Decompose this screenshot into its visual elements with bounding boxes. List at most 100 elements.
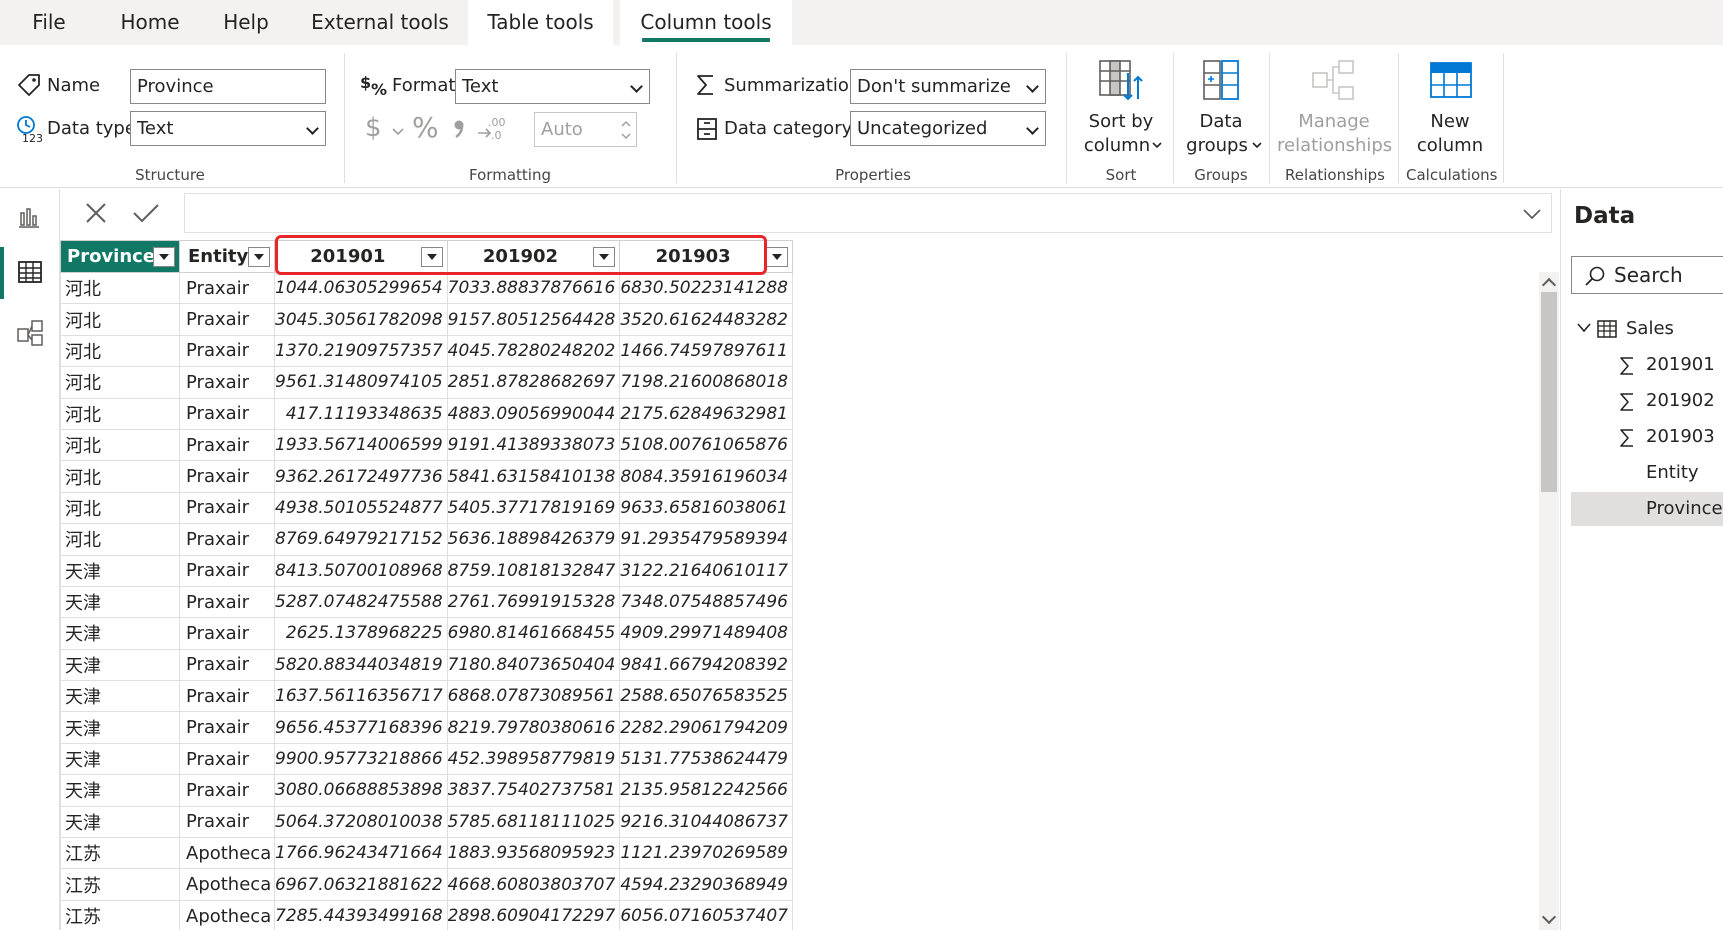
chevron-down-icon[interactable] — [1577, 323, 1591, 333]
cell-province[interactable]: 天津 — [60, 585, 180, 619]
cell-201901[interactable]: 4938.50105524877 — [274, 491, 448, 525]
summarization-select[interactable]: Don't summarize — [850, 69, 1046, 104]
cell-entity[interactable]: Praxair — [179, 774, 275, 807]
cell-201903[interactable]: 3122.21640610117 — [619, 554, 793, 587]
cell-201902[interactable]: 1883.93568095923 — [446, 837, 621, 870]
table-row[interactable]: 江苏 Apotheca 6967.06321881622 4668.608038037… — [60, 868, 793, 901]
cell-201902[interactable]: 9191.41389338073 — [446, 428, 621, 462]
cell-201901[interactable]: 1933.56714006599 — [274, 428, 448, 462]
cell-201901[interactable]: 3045.30561782098 — [274, 303, 448, 336]
cell-entity[interactable]: Praxair — [179, 366, 275, 399]
cell-201901[interactable]: 1044.06305299654 — [274, 271, 448, 305]
cell-province[interactable]: 天津 — [60, 742, 180, 776]
scroll-down-icon[interactable] — [1541, 909, 1557, 925]
expand-formula-icon[interactable] — [1523, 208, 1541, 220]
menu-help[interactable]: Help — [213, 0, 279, 45]
cell-201903[interactable]: 91.2935479589394 — [619, 523, 793, 556]
cell-201903[interactable]: 7198.21600868018 — [619, 366, 793, 399]
new-column-button[interactable]: New column — [1405, 55, 1495, 163]
cell-201902[interactable]: 3837.75402737581 — [446, 774, 621, 807]
category-select[interactable]: Uncategorized — [850, 111, 1046, 146]
cell-201901[interactable]: 2625.1378968225 — [274, 617, 448, 650]
cell-entity[interactable]: Praxair — [179, 491, 275, 525]
tree-field-201901[interactable]: 201901 — [1571, 348, 1723, 382]
cell-201902[interactable]: 4045.78280248202 — [446, 334, 621, 368]
cell-province[interactable]: 江苏 — [60, 899, 180, 930]
datatype-select[interactable]: Text — [130, 111, 326, 146]
cell-entity[interactable]: Praxair — [179, 334, 275, 368]
filter-dropdown-icon[interactable] — [420, 247, 443, 267]
cell-201903[interactable]: 4909.29971489408 — [619, 617, 793, 650]
cell-201903[interactable]: 2282.29061794209 — [619, 711, 793, 744]
sort-by-column-button[interactable]: Sort by column — [1078, 55, 1164, 163]
data-groups-button[interactable]: Data groups — [1178, 55, 1264, 163]
comma-style-icon[interactable] — [452, 119, 466, 139]
cell-201903[interactable]: 2588.65076583525 — [619, 680, 793, 713]
cell-entity[interactable]: Praxair — [179, 523, 275, 556]
cell-201902[interactable]: 8759.10818132847 — [446, 554, 621, 587]
cell-201903[interactable]: 6830.50223141288 — [619, 271, 793, 305]
table-row[interactable]: 河北 Praxair 417.11193348635 4883.09056990044… — [60, 397, 793, 430]
cell-201901[interactable]: 417.11193348635 — [274, 397, 448, 430]
cell-201901[interactable]: 1370.21909757357 — [274, 334, 448, 368]
cell-201903[interactable]: 9633.65816038061 — [619, 491, 793, 525]
cell-province[interactable]: 河北 — [60, 491, 180, 525]
model-view-icon[interactable] — [16, 319, 44, 347]
column-header-entity[interactable]: Entity — [179, 240, 275, 273]
manage-relationships-button[interactable]: Manage relationships — [1277, 55, 1392, 163]
cell-201902[interactable]: 4668.60803803707 — [446, 868, 621, 901]
cell-201903[interactable]: 5108.00761065876 — [619, 428, 793, 462]
cell-201902[interactable]: 8219.79780380616 — [446, 711, 621, 744]
cell-entity[interactable]: Praxair — [179, 742, 275, 776]
cell-201903[interactable]: 2175.62849632981 — [619, 397, 793, 430]
cell-201901[interactable]: 5287.07482475588 — [274, 585, 448, 619]
cell-201901[interactable]: 8769.64979217152 — [274, 523, 448, 556]
table-row[interactable]: 天津 Praxair 1637.56116356717 6868.0787308956… — [60, 680, 793, 713]
cell-201901[interactable]: 9561.31480974105 — [274, 366, 448, 399]
cell-province[interactable]: 河北 — [60, 428, 180, 462]
cell-201903[interactable]: 4594.23290368949 — [619, 868, 793, 901]
cell-province[interactable]: 天津 — [60, 680, 180, 713]
cell-province[interactable]: 天津 — [60, 554, 180, 587]
filter-dropdown-icon[interactable] — [153, 247, 175, 267]
formula-input[interactable] — [184, 193, 1552, 233]
cell-entity[interactable]: Praxair — [179, 617, 275, 650]
cell-201902[interactable]: 9157.80512564428 — [446, 303, 621, 336]
table-row[interactable]: 河北 Praxair 4938.50105524877 5405.3771781916… — [60, 491, 793, 525]
cell-201902[interactable]: 5841.63158410138 — [446, 460, 621, 493]
cell-201903[interactable]: 2135.95812242566 — [619, 774, 793, 807]
format-select[interactable]: Text — [455, 69, 650, 104]
cell-entity[interactable]: Apotheca — [179, 837, 275, 870]
decimal-places-icon[interactable]: .00 .0 — [476, 115, 506, 141]
table-row[interactable]: 河北 Praxair 1044.06305299654 7033.8883787661… — [60, 271, 793, 305]
cell-201901[interactable]: 5064.37208010038 — [274, 805, 448, 839]
cell-province[interactable]: 河北 — [60, 397, 180, 430]
cell-201903[interactable]: 1466.74597897611 — [619, 334, 793, 368]
cell-201901[interactable]: 6967.06321881622 — [274, 868, 448, 901]
cell-province[interactable]: 河北 — [60, 460, 180, 493]
table-row[interactable]: 天津 Praxair 5820.88344034819 7180.8407365040… — [60, 648, 793, 682]
cell-201901[interactable]: 7285.44393499168 — [274, 899, 448, 930]
cell-entity[interactable]: Praxair — [179, 303, 275, 336]
cell-province[interactable]: 河北 — [60, 303, 180, 336]
cell-entity[interactable]: Praxair — [179, 648, 275, 682]
tree-field-201903[interactable]: 201903 — [1571, 420, 1723, 454]
cell-entity[interactable]: Praxair — [179, 585, 275, 619]
cell-201901[interactable]: 9656.45377168396 — [274, 711, 448, 744]
cell-201903[interactable]: 9216.31044086737 — [619, 805, 793, 839]
table-row[interactable]: 天津 Praxair 5064.37208010038 5785.6811811102… — [60, 805, 793, 839]
cell-201903[interactable]: 9841.66794208392 — [619, 648, 793, 682]
cell-201901[interactable]: 1637.56116356717 — [274, 680, 448, 713]
filter-dropdown-icon[interactable] — [593, 247, 616, 267]
cell-entity[interactable]: Praxair — [179, 271, 275, 305]
filter-dropdown-icon[interactable] — [765, 247, 788, 267]
cancel-formula-icon[interactable] — [84, 201, 108, 225]
cell-201902[interactable]: 2898.60904172297 — [446, 899, 621, 930]
menu-external-tools[interactable]: External tools — [305, 0, 455, 45]
table-row[interactable]: 河北 Praxair 9362.26172497736 5841.6315841013… — [60, 460, 793, 493]
scroll-thumb[interactable] — [1541, 292, 1557, 492]
cell-201901[interactable]: 8413.50700108968 — [274, 554, 448, 587]
cell-201902[interactable]: 7033.88837876616 — [446, 271, 621, 305]
tab-table-tools[interactable]: Table tools — [468, 0, 613, 45]
cell-province[interactable]: 天津 — [60, 774, 180, 807]
